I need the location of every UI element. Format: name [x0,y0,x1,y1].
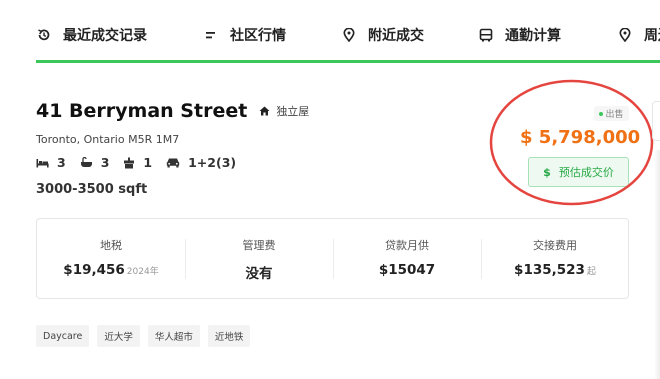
listing-price: $ 5,798,000 [520,127,641,148]
cost-label: 地税 [100,239,122,252]
tag: 近大学 [97,325,140,347]
monthly-mortgage[interactable]: 贷款月供 $15047 [333,219,481,298]
cost-label: 贷款月供 [385,239,429,252]
cost-sub: 起 [586,267,596,277]
nav-commute[interactable]: 通勤计算 [478,24,561,46]
nav-surroundings[interactable]: 周边 [617,24,660,46]
nav-label: 附近成交 [368,28,424,44]
kitchens-count: 1 [143,155,153,170]
map-pin-icon [341,27,357,43]
listing-title: 41 Berryman Street 独立屋 [36,100,309,122]
bedrooms-count: 3 [57,155,66,170]
property-specs: 3 3 1 1+2(3) [36,155,250,170]
nav-recent-sales[interactable]: 最近成交记录 [36,24,147,46]
kitchens: 1 [123,155,152,170]
cost-value: $15047 [378,262,436,278]
nav-nearby-sales[interactable]: 附近成交 [341,24,424,46]
cost-value: $19,456 2024年 [63,262,159,278]
street-address: 41 Berryman Street [36,100,248,122]
nav-community[interactable]: 社区行情 [203,24,286,46]
bathrooms-count: 3 [100,155,110,170]
dollar-icon: $ [543,165,551,179]
car-icon [166,158,180,168]
square-footage: 3000-3500 sqft [36,182,148,197]
kitchen-icon [124,157,135,168]
management-fee: 管理费 没有 [185,219,333,298]
bathrooms: 3 [80,155,110,170]
nav-label: 社区行情 [230,28,286,44]
side-panel-edge [652,101,660,141]
tag: 华人超市 [147,325,200,347]
nav-label: 通勤计算 [505,28,561,44]
tag: Daycare [36,325,90,347]
nav-label: 周边 [644,28,660,44]
tag: 近地铁 [207,325,251,347]
estimate-button-label: 预估成交价 [558,166,614,179]
side-panel-shadow [654,150,660,379]
history-icon [36,27,52,43]
estimate-price-button[interactable]: $ 预估成交价 [528,157,629,187]
cost-label: 管理费 [242,239,276,252]
parking: 1+2(3) [166,155,236,170]
cost-value: 没有 [245,266,273,282]
cost-summary-card: 地税 $19,456 2024年 管理费 没有 贷款月供 $15047 交接费用 … [36,218,629,299]
list-lines-icon [203,27,219,43]
bus-icon [478,27,494,43]
closing-costs[interactable]: 交接费用 $135,523 起 [481,219,629,298]
bedrooms: 3 [36,155,66,170]
status-dot [599,111,604,116]
cost-label: 交接费用 [533,239,577,252]
status-label: 出售 [605,110,624,120]
home-icon [259,106,270,116]
status-badge: 出售 [594,106,629,121]
feature-tags: Daycare 近大学 华人超市 近地铁 [36,325,258,347]
property-tax: 地税 $19,456 2024年 [37,219,185,298]
nav-active-underline [36,60,660,63]
cost-sub: 2024年 [126,267,159,277]
bathtub-icon [80,157,92,167]
cost-value: $135,523 起 [514,262,596,278]
bed-icon [36,158,49,167]
nav-label: 最近成交记录 [63,28,147,44]
top-nav: 最近成交记录 社区行情 附近成交 通勤计算 周边 [0,0,660,63]
city-address: Toronto, Ontario M5R 1M7 [36,133,180,146]
parking-count: 1+2(3) [188,155,237,170]
house-type: 独立屋 [276,105,310,118]
map-pin-icon [617,27,633,43]
